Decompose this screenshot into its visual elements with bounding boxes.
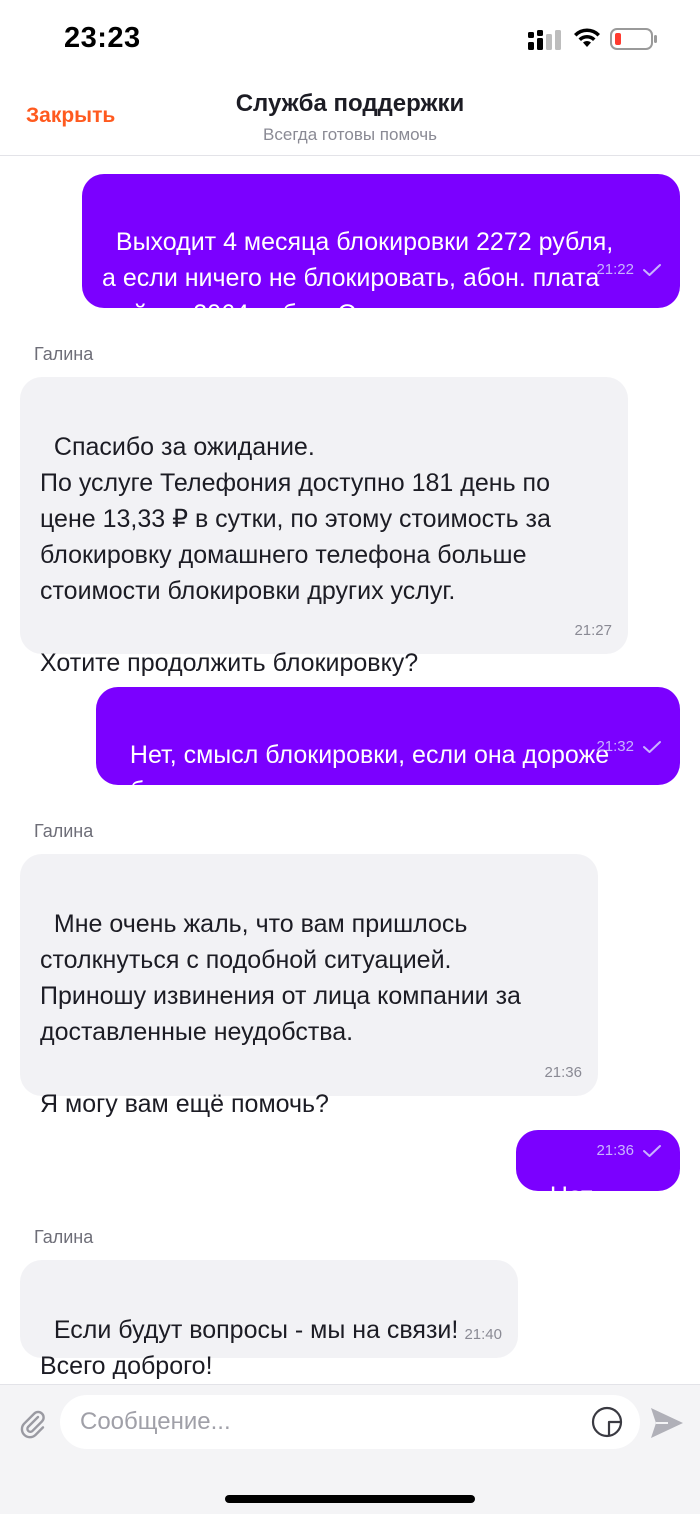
message-text: Спасибо за ожидание. По услуге Телефония…	[40, 433, 551, 677]
check-icon	[643, 741, 661, 753]
message-text: Нет, смысл блокировки, если она дороже а…	[116, 741, 610, 805]
message-text: Если будут вопросы - мы на связи! Всего …	[40, 1316, 459, 1380]
home-indicator	[225, 1495, 475, 1503]
message-composer	[0, 1384, 700, 1514]
message-text: Мне очень жаль, что вам пришлось столкну…	[40, 910, 521, 1118]
chat-title: Служба поддержки	[235, 90, 465, 117]
message-meta: 21:32	[580, 724, 662, 769]
message-time: 21:36	[544, 1064, 582, 1081]
outgoing-message[interactable]: Выходит 4 месяца блокировки 2272 рубля, …	[82, 174, 680, 328]
incoming-message[interactable]: Мне очень жаль, что вам пришлось столкну…	[20, 854, 598, 1118]
message-input[interactable]	[80, 1395, 580, 1449]
wifi-icon	[574, 28, 600, 47]
sender-name: Галина	[34, 1227, 94, 1247]
message-meta: 21:36	[580, 1128, 662, 1173]
outgoing-message[interactable]: Нет, смысл блокировки, если она дороже а…	[96, 687, 680, 805]
battery-icon	[610, 28, 657, 50]
chat-subtitle: Всегда готовы помочь	[263, 125, 437, 144]
send-icon[interactable]	[648, 1405, 686, 1441]
message-time: 21:40	[464, 1326, 502, 1343]
message-text: Выходит 4 месяца блокировки 2272 рубля, …	[102, 228, 614, 328]
incoming-message[interactable]: Если будут вопросы - мы на связи! Всего …	[20, 1260, 518, 1380]
status-bar: 23:23	[0, 0, 700, 80]
outgoing-message[interactable]: Нет 21:36	[516, 1128, 680, 1210]
message-time: 21:36	[596, 1141, 634, 1159]
sticker-icon[interactable]	[590, 1405, 624, 1439]
message-time: 21:22	[596, 260, 634, 278]
sender-name: Галина	[34, 821, 94, 841]
message-input-box[interactable]	[60, 1395, 640, 1449]
sender-name: Галина	[34, 344, 94, 364]
check-icon	[643, 1145, 661, 1157]
status-time: 23:23	[64, 22, 141, 54]
incoming-message[interactable]: Спасибо за ожидание. По услуге Телефония…	[20, 377, 628, 677]
message-meta: 21:22	[580, 247, 662, 292]
message-time: 21:32	[596, 737, 634, 755]
attach-icon[interactable]	[18, 1409, 48, 1439]
message-time: 21:27	[574, 622, 612, 639]
signal-icon	[528, 30, 561, 50]
message-text: Нет	[549, 1182, 593, 1210]
check-icon	[643, 264, 661, 276]
chat-header: Закрыть Служба поддержки Всегда готовы п…	[0, 80, 700, 156]
